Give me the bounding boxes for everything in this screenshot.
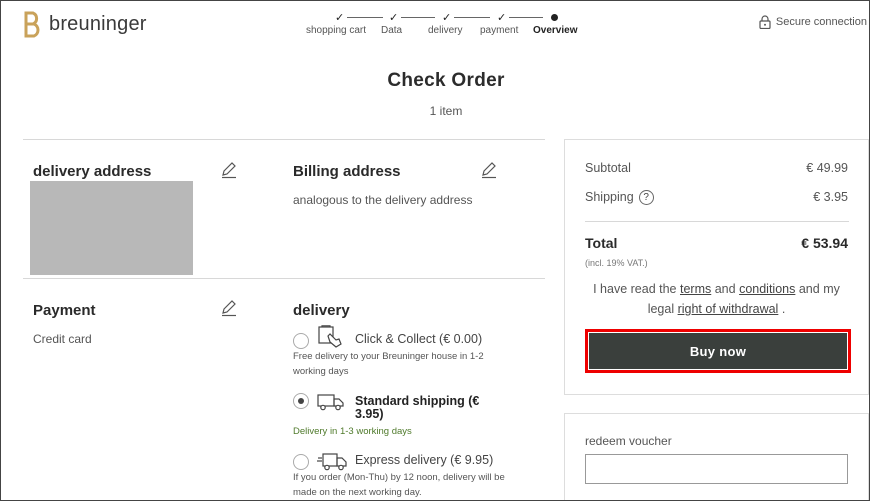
terms-text-part: and	[798, 282, 820, 296]
divider	[23, 278, 545, 279]
check-icon: ✓	[442, 12, 452, 24]
secure-connection-label: Secure connection	[775, 16, 867, 28]
shipping-value: € 3.95	[813, 190, 848, 204]
edit-delivery-address-icon[interactable]	[220, 161, 238, 179]
secure-connection: Secure connection	[759, 15, 867, 29]
subtotal-label: Subtotal	[585, 161, 631, 175]
express-delivery-label: Express delivery (€ 9.95)	[355, 453, 494, 467]
standard-shipping-label: Standard shipping (€ 3.95)	[355, 394, 480, 421]
radio-standard-shipping[interactable]	[293, 393, 309, 409]
page: breuninger ✓ ✓ ✓ ✓ shopping cart Data de…	[0, 0, 870, 501]
item-count: 1 item	[429, 104, 463, 118]
shipping-row: Shipping? € 3.95	[585, 190, 848, 206]
express-truck-icon	[317, 453, 347, 471]
total-row: Total € 53.94	[585, 235, 848, 251]
step-overview: Overview	[533, 25, 578, 36]
billing-address-title: Billing address	[293, 163, 401, 180]
step-delivery[interactable]: delivery	[428, 25, 462, 36]
radio-express-delivery[interactable]	[293, 454, 309, 470]
express-delivery-note: If you order (Mon-Thu) by 12 noon, deliv…	[293, 472, 505, 498]
step-payment[interactable]: payment	[480, 25, 518, 36]
voucher-label: redeem voucher	[585, 434, 672, 448]
brand-logo[interactable]: breuninger	[23, 10, 147, 38]
click-collect-icon	[318, 325, 342, 348]
divider	[23, 139, 545, 140]
payment-title: Payment	[33, 302, 96, 319]
step-connector	[401, 17, 435, 18]
step-connector	[454, 17, 490, 18]
radio-click-collect[interactable]	[293, 333, 309, 349]
current-step-dot	[551, 14, 558, 21]
total-label: Total	[585, 235, 618, 251]
edit-payment-icon[interactable]	[220, 299, 238, 317]
terms-text-part: I have read the	[593, 282, 677, 296]
delivery-address-title: delivery address	[33, 163, 152, 180]
total-value: € 53.94	[801, 235, 848, 251]
step-connector	[509, 17, 543, 18]
shipping-label: Shipping	[585, 190, 634, 204]
click-collect-label: Click & Collect (€ 0.00)	[355, 332, 483, 346]
divider	[585, 221, 849, 222]
brand-name: breuninger	[49, 12, 147, 35]
step-data[interactable]: Data	[381, 25, 402, 36]
step-connector	[347, 17, 383, 18]
buy-now-highlight: Buy now	[585, 329, 851, 373]
truck-icon	[317, 394, 344, 411]
vat-note: (incl. 19% VAT.)	[585, 258, 648, 268]
terms-text-part: .	[781, 302, 786, 316]
check-icon: ✓	[335, 12, 345, 24]
checkout-progress: ✓ ✓ ✓ ✓ shopping cart Data delivery paym…	[301, 11, 591, 41]
delivery-title: delivery	[293, 302, 350, 319]
step-shopping-cart[interactable]: shopping cart	[306, 25, 366, 36]
delivery-address-redacted	[30, 181, 193, 275]
subtotal-row: Subtotal € 49.99	[585, 161, 848, 175]
terms-link[interactable]: terms	[680, 282, 711, 296]
voucher-panel: redeem voucher	[564, 413, 869, 500]
check-icon: ✓	[389, 12, 399, 24]
billing-address-text: analogous to the delivery address	[293, 193, 473, 207]
terms-text-part: and	[714, 282, 736, 296]
click-collect-note: Free delivery to your Breuninger house i…	[293, 351, 484, 377]
conditions-link[interactable]: conditions	[739, 282, 795, 296]
check-icon: ✓	[497, 12, 507, 24]
edit-billing-address-icon[interactable]	[480, 161, 498, 179]
terms-text: I have read the terms and conditions and…	[585, 279, 848, 319]
breuninger-logo-icon	[24, 11, 40, 38]
shipping-info-icon[interactable]: ?	[638, 190, 654, 206]
withdrawal-link[interactable]: right of withdrawal	[678, 302, 779, 316]
order-summary: Subtotal € 49.99 Shipping? € 3.95 Total …	[564, 139, 869, 395]
voucher-input[interactable]	[585, 454, 848, 484]
buy-now-button[interactable]: Buy now	[589, 333, 847, 369]
lock-icon	[759, 15, 771, 29]
payment-method: Credit card	[33, 332, 92, 346]
standard-shipping-note: Delivery in 1-3 working days	[293, 426, 412, 437]
subtotal-value: € 49.99	[806, 161, 848, 175]
page-title: Check Order	[387, 70, 505, 91]
